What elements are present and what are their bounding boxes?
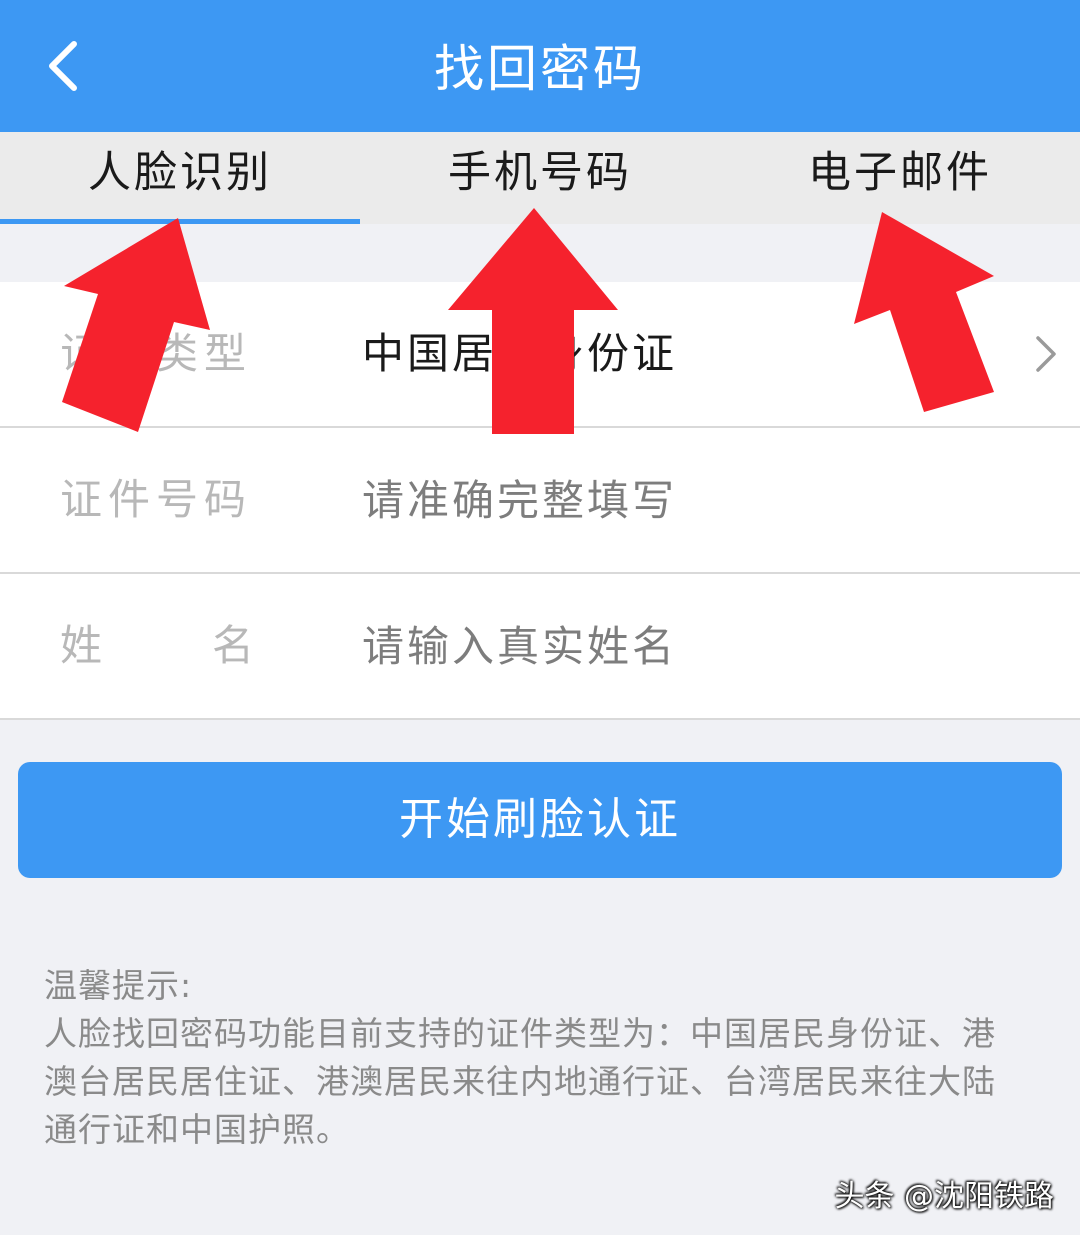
- tips-title: 温馨提示:: [44, 966, 193, 1005]
- name-label-first: 姓: [60, 621, 103, 670]
- watermark: 头条 @沈阳铁路: [834, 1179, 1054, 1214]
- page-title: 找回密码: [434, 40, 646, 98]
- chevron-right-icon: [1036, 336, 1056, 372]
- id-number-label: 证件号码: [60, 475, 253, 524]
- tips-section: 温馨提示: 人脸找回密码功能目前支持的证件类型为：中国居民身份证、港澳台居民居住…: [44, 962, 1024, 1154]
- tab-email[interactable]: 电子邮件: [720, 132, 1080, 224]
- app-header: 找回密码: [0, 0, 1080, 132]
- id-type-label: 证件类型: [60, 329, 253, 378]
- start-face-verification-button[interactable]: 开始刷脸认证: [18, 762, 1062, 878]
- name-label-second: 名: [212, 621, 255, 670]
- tab-label: 人脸识别: [88, 148, 272, 198]
- tab-face-recognition[interactable]: 人脸识别: [0, 132, 360, 224]
- active-tab-indicator: [0, 219, 360, 224]
- tips-body: 人脸找回密码功能目前支持的证件类型为：中国居民身份证、港澳台居民居住证、港澳居民…: [44, 1014, 996, 1149]
- tab-label: 电子邮件: [808, 148, 992, 198]
- tab-label: 手机号码: [448, 148, 632, 198]
- tab-phone-number[interactable]: 手机号码: [360, 132, 720, 224]
- name-input[interactable]: [362, 574, 962, 718]
- id-number-row: 证件号码: [0, 428, 1080, 574]
- id-type-row[interactable]: 证件类型 中国居民身份证: [0, 282, 1080, 428]
- identity-form: 证件类型 中国居民身份证 证件号码 姓 名: [0, 282, 1080, 720]
- tab-bar: 人脸识别 手机号码 电子邮件: [0, 132, 1080, 224]
- name-row: 姓 名: [0, 574, 1080, 720]
- id-number-input[interactable]: [362, 428, 962, 572]
- id-type-value: 中国居民身份证: [362, 329, 678, 378]
